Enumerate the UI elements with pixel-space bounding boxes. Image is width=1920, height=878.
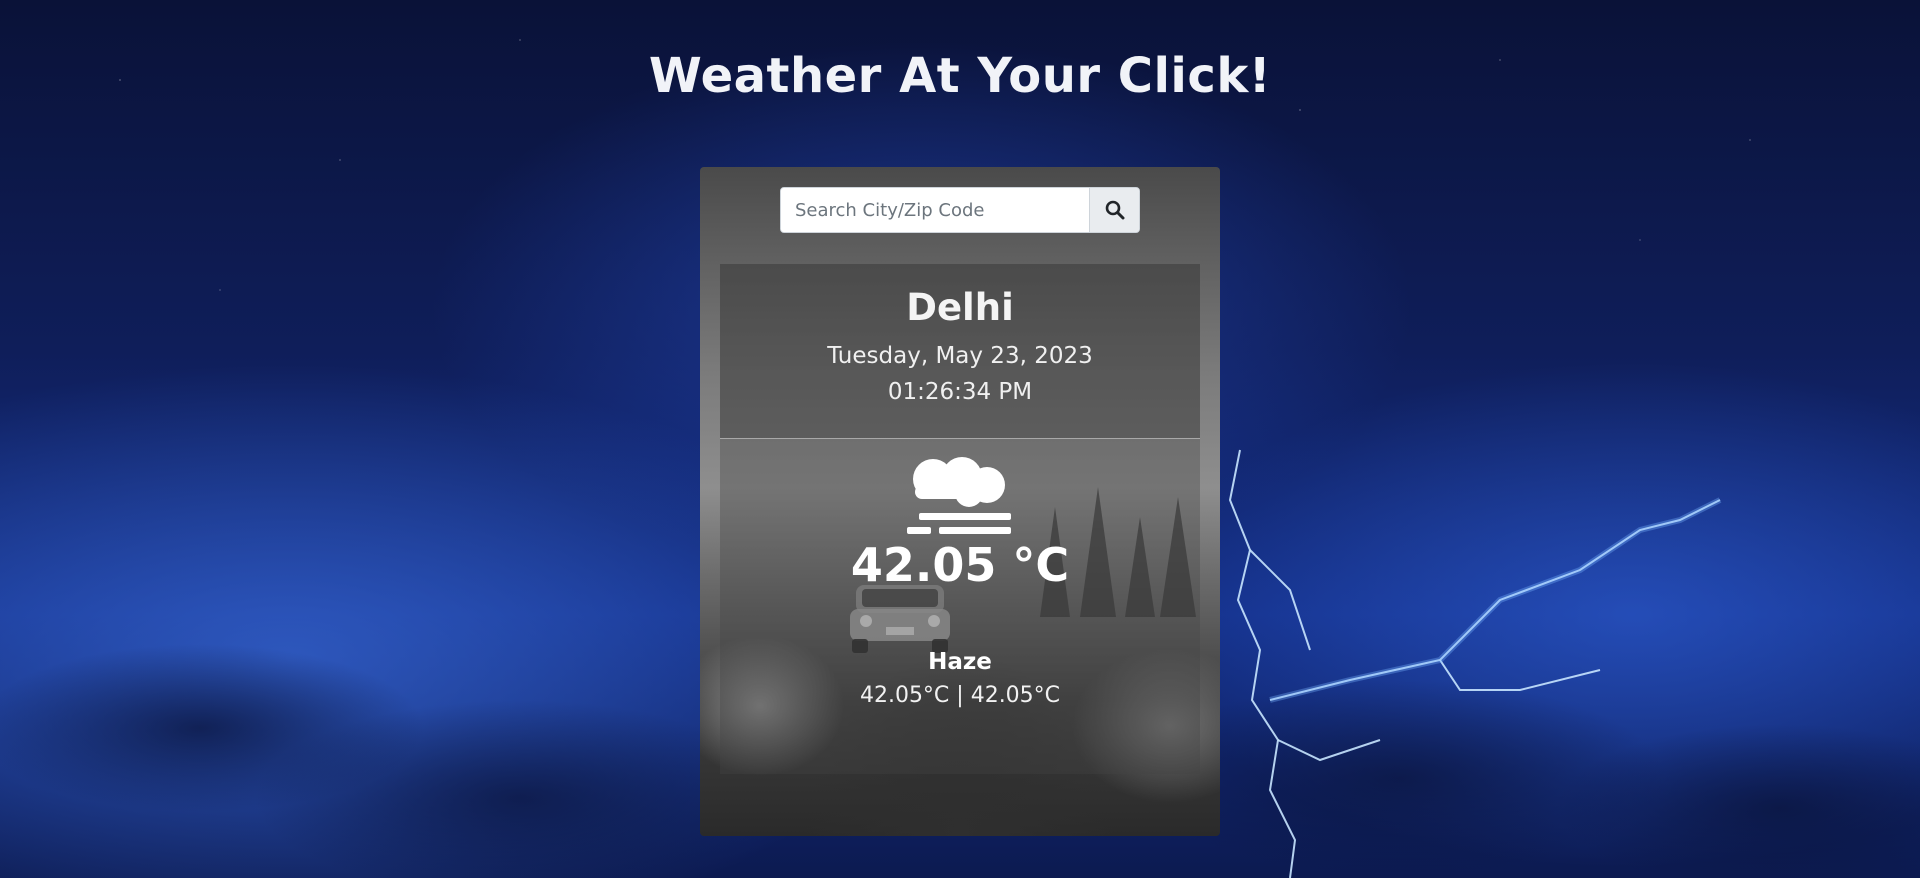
search-button[interactable] bbox=[1089, 188, 1139, 232]
current-date: Tuesday, May 23, 2023 bbox=[827, 343, 1093, 369]
current-time: 01:26:34 PM bbox=[887, 379, 1033, 405]
temperature: 42.05 °C bbox=[850, 538, 1070, 592]
city-name: Delhi bbox=[906, 286, 1014, 329]
weather-card: Delhi Tuesday, May 23, 2023 01:26:34 PM … bbox=[700, 167, 1220, 836]
weather-condition: Haze bbox=[928, 649, 992, 675]
lightning-bolt-decoration bbox=[1228, 449, 1722, 878]
conditions-section: 42.05 °C Haze 42.05°C | 42.05°C bbox=[720, 439, 1200, 708]
weather-panel: Delhi Tuesday, May 23, 2023 01:26:34 PM … bbox=[720, 264, 1200, 774]
min-max-temperature: 42.05°C | 42.05°C bbox=[859, 683, 1061, 708]
haze-icon bbox=[907, 457, 1011, 534]
search-input[interactable] bbox=[781, 188, 1089, 232]
search-icon bbox=[1105, 200, 1124, 220]
search-bar bbox=[780, 187, 1140, 233]
page-title: Weather At Your Click! bbox=[648, 48, 1272, 104]
location-section: Delhi Tuesday, May 23, 2023 01:26:34 PM bbox=[720, 264, 1200, 439]
